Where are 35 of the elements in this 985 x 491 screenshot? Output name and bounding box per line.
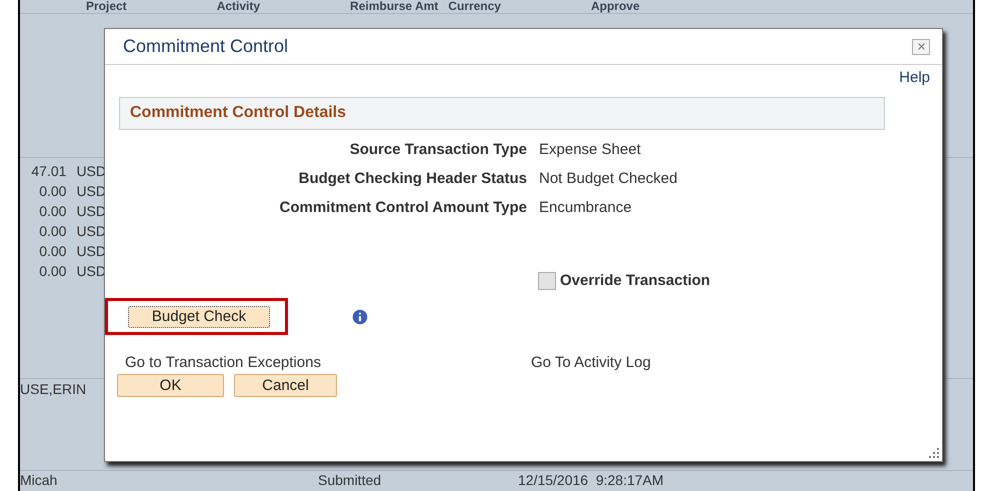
resize-grip-icon: [929, 448, 939, 458]
close-icon: [916, 41, 926, 52]
name-cell: USE,ERIN: [20, 381, 86, 397]
section-title: Commitment Control Details: [130, 103, 346, 123]
checkbox-label: Override Transaction: [560, 270, 710, 290]
info-icon: [350, 306, 370, 326]
field-label: Budget Checking Header Status: [298, 168, 527, 188]
amount-cell-text: 0.00: [39, 182, 66, 201]
amount-cell-text: 0.00: [39, 222, 66, 241]
column-header: Activity: [216, 0, 260, 12]
field-value: Not Budget Checked: [539, 168, 678, 188]
checkbox[interactable]: [538, 272, 556, 290]
cancel-button[interactable]: Cancel: [234, 374, 337, 397]
column-header: Currency: [448, 0, 501, 12]
transaction-exceptions-link[interactable]: Go to Transaction Exceptions: [125, 354, 531, 372]
field-label: Source Transaction Type: [348, 140, 527, 160]
amount-cell-text: 0.00: [39, 262, 66, 281]
field-value: Encumbrance: [539, 198, 632, 218]
column-header: Reimburse Amt: [350, 0, 438, 12]
amount-cell-text: 0.00: [39, 202, 66, 221]
budget-check-button[interactable]: Budget Check: [128, 306, 270, 328]
dialog-title: Commitment Control: [123, 35, 288, 58]
table-cell-text: Submitted: [318, 471, 382, 489]
table-cell: 12/15/2016 9:28:17AM: [518, 471, 664, 489]
amount-cell-text: 0.00: [39, 242, 66, 261]
table-cell-text: Micah: [20, 471, 58, 489]
field-label: Commitment Control Amount Type: [278, 198, 527, 218]
field-value: Expense Sheet: [539, 140, 641, 160]
help-link[interactable]: Help: [899, 67, 930, 90]
close-button[interactable]: [912, 38, 930, 54]
ok-button[interactable]: OK: [117, 374, 224, 397]
amount-cell-text: 47.01: [31, 162, 66, 181]
activity-log-link[interactable]: Go To Activity Log: [531, 354, 651, 372]
column-header: Project: [86, 0, 127, 12]
column-header: Approve: [590, 0, 640, 12]
